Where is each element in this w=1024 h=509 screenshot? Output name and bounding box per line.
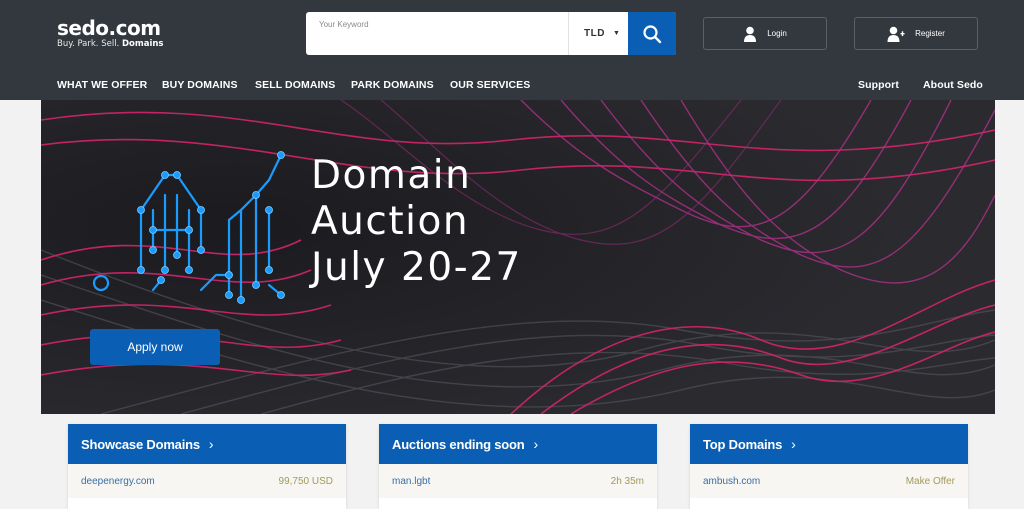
nav-what-we-offer[interactable]: WHAT WE OFFER bbox=[57, 79, 147, 91]
user-icon bbox=[743, 26, 757, 42]
search-icon bbox=[643, 24, 662, 43]
card-header[interactable]: Top Domains › bbox=[690, 424, 968, 464]
time-remaining: 2h 35m bbox=[610, 475, 644, 487]
register-button[interactable]: Register bbox=[854, 17, 978, 50]
headline-line-1: Domain bbox=[311, 153, 472, 198]
chevron-right-icon: › bbox=[791, 436, 796, 452]
card-header[interactable]: Showcase Domains › bbox=[68, 424, 346, 464]
make-offer-label: Make Offer bbox=[905, 475, 955, 487]
nav-about-sedo[interactable]: About Sedo bbox=[923, 79, 983, 91]
login-button[interactable]: Login bbox=[703, 17, 827, 50]
search-button[interactable] bbox=[628, 12, 676, 55]
headline-line-2: Auction bbox=[311, 199, 470, 244]
register-label: Register bbox=[915, 29, 945, 38]
banner-headline: Domain Auction July 20-27 bbox=[311, 153, 522, 291]
card-header[interactable]: Auctions ending soon › bbox=[379, 424, 657, 464]
sedo-logo[interactable]: sedo.com Buy. Park. Sell. Domains bbox=[57, 17, 163, 49]
search-bar: Your Keyword TLD ▼ bbox=[306, 12, 676, 55]
tld-label: TLD bbox=[584, 28, 605, 39]
nav-sell-domains[interactable]: SELL DOMAINS bbox=[255, 79, 335, 91]
showcase-domains-card: Showcase Domains › deepenergy.com 99,750… bbox=[68, 424, 346, 509]
domain-link[interactable]: man.lgbt bbox=[392, 476, 430, 487]
nav-our-services[interactable]: OUR SERVICES bbox=[450, 79, 530, 91]
nav-support[interactable]: Support bbox=[858, 79, 899, 91]
list-item: man.lgbt 2h 35m bbox=[379, 464, 657, 498]
nav-park-domains[interactable]: PARK DOMAINS bbox=[351, 79, 434, 91]
card-title: Top Domains bbox=[703, 436, 783, 452]
apply-now-button[interactable]: Apply now bbox=[90, 329, 220, 365]
auctions-ending-card: Auctions ending soon › man.lgbt 2h 35m bbox=[379, 424, 657, 509]
logo-name: sedo.com bbox=[57, 16, 161, 40]
main-nav: WHAT WE OFFER BUY DOMAINS SELL DOMAINS P… bbox=[0, 79, 1024, 93]
keyword-input[interactable] bbox=[306, 12, 568, 55]
domain-price: 99,750 USD bbox=[278, 475, 333, 487]
top-domains-card: Top Domains › ambush.com Make Offer bbox=[690, 424, 968, 509]
card-title: Auctions ending soon bbox=[392, 436, 525, 452]
chevron-right-icon: › bbox=[533, 436, 539, 452]
nav-buy-domains[interactable]: BUY DOMAINS bbox=[162, 79, 238, 91]
card-title: Showcase Domains bbox=[81, 436, 200, 452]
headline-line-3: July 20-27 bbox=[311, 245, 522, 290]
logo-tagline: Buy. Park. Sell. Domains bbox=[57, 39, 164, 49]
login-label: Login bbox=[767, 29, 787, 38]
tld-select[interactable]: TLD ▼ bbox=[568, 12, 628, 55]
hero-banner: Domain Auction July 20-27 Apply now bbox=[41, 100, 995, 414]
add-user-icon bbox=[887, 26, 905, 42]
domain-link[interactable]: deepenergy.com bbox=[81, 476, 155, 487]
list-item: ambush.com Make Offer bbox=[690, 464, 968, 498]
site-header: sedo.com Buy. Park. Sell. Domains Your K… bbox=[0, 0, 1024, 100]
list-item: deepenergy.com 99,750 USD bbox=[68, 464, 346, 498]
caret-down-icon: ▼ bbox=[612, 30, 621, 37]
domain-link[interactable]: ambush.com bbox=[703, 476, 760, 487]
chevron-right-icon: › bbox=[208, 436, 214, 452]
